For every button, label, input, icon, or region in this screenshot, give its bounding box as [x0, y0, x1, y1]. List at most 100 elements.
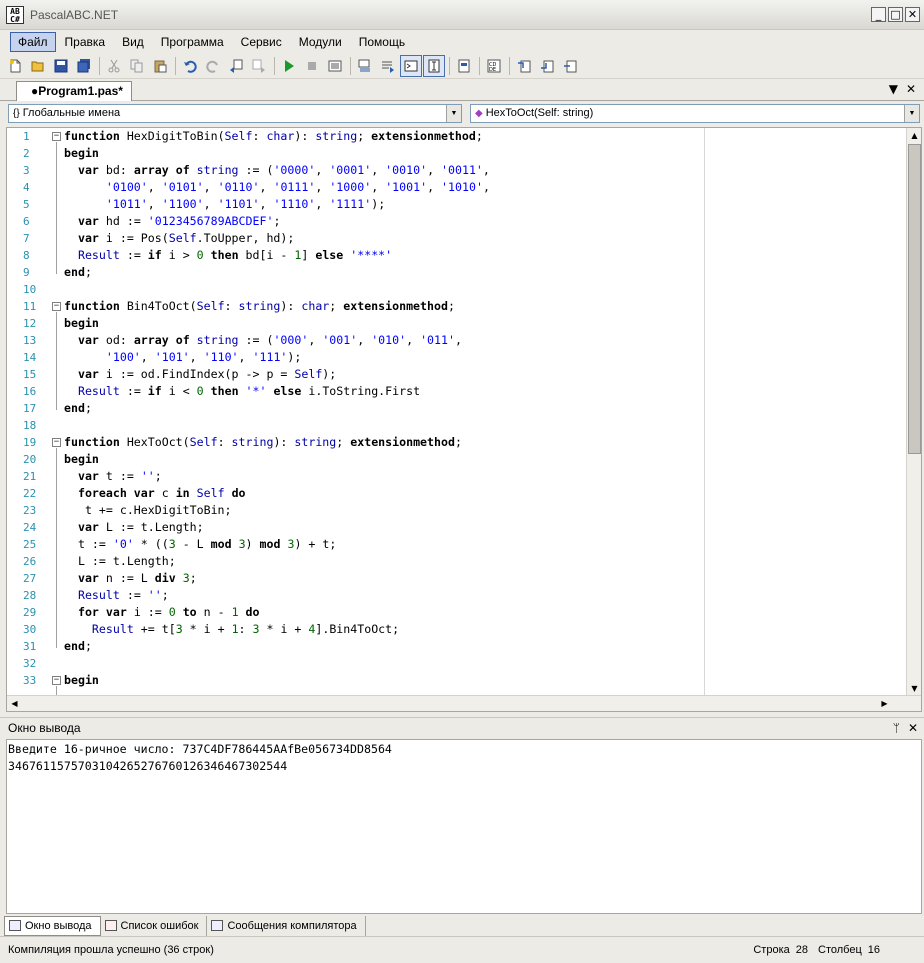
- code-line[interactable]: 2 begin: [7, 145, 907, 162]
- chevron-down-icon[interactable]: ▼: [446, 105, 461, 122]
- code-text: begin: [64, 452, 99, 466]
- horizontal-scrollbar[interactable]: ◀ ▶: [7, 695, 921, 711]
- redo-button[interactable]: [202, 55, 224, 77]
- code-line[interactable]: 28 Result := '';: [7, 587, 907, 604]
- run-button[interactable]: [278, 55, 300, 77]
- scroll-up-icon[interactable]: ▲: [907, 128, 921, 143]
- code-line[interactable]: 5 '1011', '1100', '1101', '1110', '1111'…: [7, 196, 907, 213]
- tab-compiler-messages[interactable]: Сообщения компилятора: [207, 915, 366, 936]
- open-file-button[interactable]: [27, 55, 49, 77]
- code-line[interactable]: 1 − function HexDigitToBin(Self: char): st…: [7, 128, 907, 145]
- new-file-button[interactable]: [4, 55, 26, 77]
- debug-step-over-button[interactable]: [536, 55, 558, 77]
- vertical-scroll-thumb[interactable]: [908, 144, 921, 454]
- code-line[interactable]: 27 var n := L div 3;: [7, 570, 907, 587]
- save-all-button[interactable]: [73, 55, 95, 77]
- vertical-scrollbar[interactable]: ▲ ▼: [906, 128, 921, 696]
- code-line[interactable]: 19 − function HexToOct(Self: string): stri…: [7, 434, 907, 451]
- code-line[interactable]: 33 − begin: [7, 672, 907, 689]
- fold-toggle-icon[interactable]: −: [52, 676, 61, 685]
- code-line[interactable]: 17 end;: [7, 400, 907, 417]
- code-line[interactable]: 18: [7, 417, 907, 434]
- code-line[interactable]: 3 var bd: array of string := ('0000', '0…: [7, 162, 907, 179]
- menu-edit[interactable]: Правка: [57, 32, 114, 52]
- code-line[interactable]: 22 foreach var c in Self do: [7, 485, 907, 502]
- copy-button[interactable]: [126, 55, 148, 77]
- pin-icon[interactable]: ᛘ: [893, 718, 900, 739]
- menu-file[interactable]: Файл: [10, 31, 56, 52]
- debug-step-into-button[interactable]: [513, 55, 535, 77]
- maximize-button[interactable]: □: [888, 7, 903, 22]
- close-button[interactable]: ✕: [905, 7, 920, 22]
- scope-select[interactable]: {} Глобальные имена ▼: [8, 104, 462, 123]
- code-line[interactable]: 9 end;: [7, 264, 907, 281]
- code-line[interactable]: 6 var hd := '0123456789ABCDEF';: [7, 213, 907, 230]
- code-line[interactable]: 31 end;: [7, 638, 907, 655]
- output-console[interactable]: Введите 16-ричное число: 737C4DF786445AA…: [6, 739, 922, 914]
- method-icon: ◆: [475, 108, 483, 119]
- code-area[interactable]: 1− function HexDigitToBin(Self: char): st…: [7, 128, 907, 696]
- code-line[interactable]: 10: [7, 281, 907, 298]
- undo-button[interactable]: [179, 55, 201, 77]
- fold-toggle-icon[interactable]: −: [52, 438, 61, 447]
- save-icon: [54, 59, 68, 72]
- code-line[interactable]: 20 begin: [7, 451, 907, 468]
- save-button[interactable]: [50, 55, 72, 77]
- navigate-back-icon: [230, 59, 243, 73]
- paste-button[interactable]: [149, 55, 171, 77]
- scroll-down-icon[interactable]: ▼: [907, 681, 921, 696]
- form-designer-button[interactable]: [453, 55, 475, 77]
- tab-program1[interactable]: ●Program1.pas*: [16, 81, 132, 101]
- code-line[interactable]: 16 Result := if i < 0 then '*' else i.To…: [7, 383, 907, 400]
- tab-output-window[interactable]: Окно вывода: [4, 915, 101, 936]
- code-line[interactable]: 14 '100', '101', '110', '111');: [7, 349, 907, 366]
- code-line[interactable]: 24 var L := t.Length;: [7, 519, 907, 536]
- menu-view[interactable]: Вид: [114, 32, 152, 52]
- fold-toggle-icon[interactable]: −: [52, 302, 61, 311]
- code-line[interactable]: 8 Result := if i > 0 then bd[i - 1] else…: [7, 247, 907, 264]
- scroll-right-icon[interactable]: ▶: [877, 696, 892, 711]
- scroll-left-icon[interactable]: ◀: [7, 696, 22, 711]
- navigate-forward-button[interactable]: [248, 55, 270, 77]
- menu-program[interactable]: Программа: [153, 32, 232, 52]
- code-line[interactable]: 25 t := '0' * ((3 - L mod 3) mod 3) + t;: [7, 536, 907, 553]
- output-toggle-button[interactable]: [400, 54, 422, 77]
- code-line[interactable]: 11 − function Bin4ToOct(Self: string): cha…: [7, 298, 907, 315]
- compile-button[interactable]: [324, 55, 346, 77]
- menu-service[interactable]: Сервис: [233, 32, 290, 52]
- menu-modules[interactable]: Модули: [291, 32, 350, 52]
- fold-toggle-icon[interactable]: −: [52, 132, 61, 141]
- comment-button[interactable]: [354, 55, 376, 77]
- member-select[interactable]: ◆ HexToOct(Self: string) ▼: [470, 104, 920, 123]
- minimize-button[interactable]: _: [871, 7, 886, 22]
- tab-list-chevron-down-icon[interactable]: ▼: [889, 82, 898, 96]
- code-line[interactable]: 13 var od: array of string := ('000', '0…: [7, 332, 907, 349]
- line-number: 15: [23, 368, 37, 381]
- tab-close-icon[interactable]: ✕: [906, 82, 916, 96]
- column-label: Столбец: [818, 944, 862, 956]
- navigate-back-button[interactable]: [225, 55, 247, 77]
- toolbar: CD DE: [0, 53, 924, 79]
- code-line[interactable]: 21 var t := '';: [7, 468, 907, 485]
- code-line[interactable]: 12 begin: [7, 315, 907, 332]
- new-file-icon: [10, 59, 21, 72]
- code-line[interactable]: 4 '0100', '0101', '0110', '0111', '1000'…: [7, 179, 907, 196]
- code-line[interactable]: 7 var i := Pos(Self.ToUpper, hd);: [7, 230, 907, 247]
- code-format-button[interactable]: CD DE: [483, 55, 505, 77]
- code-line[interactable]: 30 Result += t[3 * i + 1: 3 * i + 4].Bin…: [7, 621, 907, 638]
- code-line[interactable]: 23 t += c.HexDigitToBin;: [7, 502, 907, 519]
- menu-help[interactable]: Помощь: [351, 32, 413, 52]
- chevron-down-icon[interactable]: ▼: [904, 105, 919, 122]
- code-line[interactable]: 15 var i := od.FindIndex(p -> p = Self);: [7, 366, 907, 383]
- input-toggle-button[interactable]: [423, 54, 445, 77]
- stop-button[interactable]: [301, 55, 323, 77]
- debug-step-out-button[interactable]: [559, 55, 581, 77]
- code-line[interactable]: 26 L := t.Length;: [7, 553, 907, 570]
- uncomment-button[interactable]: [377, 55, 399, 77]
- code-editor[interactable]: 1− function HexDigitToBin(Self: char): st…: [6, 127, 922, 712]
- code-line[interactable]: 29 for var i := 0 to n - 1 do: [7, 604, 907, 621]
- output-close-icon[interactable]: ✕: [908, 718, 918, 739]
- cut-button[interactable]: [103, 55, 125, 77]
- tab-error-list[interactable]: Список ошибок: [101, 915, 208, 936]
- code-line[interactable]: 32: [7, 655, 907, 672]
